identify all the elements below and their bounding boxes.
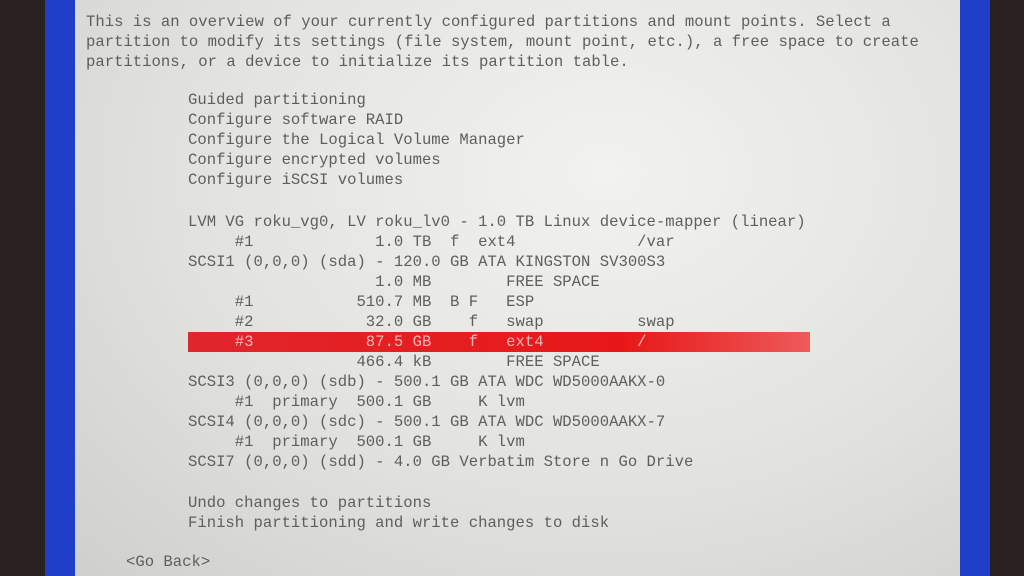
intro-text: This is an overview of your currently co… [86,13,891,31]
device-sdd[interactable]: SCSI7 (0,0,0) (sdd) - 4.0 GB Verbatim St… [188,452,693,472]
menu-guided-partitioning[interactable]: Guided partitioning [188,90,366,110]
partition-row[interactable]: #1 primary 500.1 GB K lvm [188,432,525,452]
partition-row[interactable]: #1 primary 500.1 GB K lvm [188,392,525,412]
device-lvm[interactable]: LVM VG roku_vg0, LV roku_lv0 - 1.0 TB Li… [188,212,806,232]
device-sda[interactable]: SCSI1 (0,0,0) (sda) - 120.0 GB ATA KINGS… [188,252,665,272]
intro-text: partitions, or a device to initialize it… [86,53,629,71]
menu-encrypted-volumes[interactable]: Configure encrypted volumes [188,150,441,170]
go-back-button[interactable]: <Go Back> [126,552,210,572]
free-space-row[interactable]: 466.4 kB FREE SPACE [188,352,599,372]
partition-row-selected[interactable]: #3 87.5 GB f ext4 / [188,332,810,352]
finish-partitioning-item[interactable]: Finish partitioning and write changes to… [188,513,609,533]
menu-software-raid[interactable]: Configure software RAID [188,110,403,130]
menu-lvm[interactable]: Configure the Logical Volume Manager [188,130,525,150]
device-sdb[interactable]: SCSI3 (0,0,0) (sdb) - 500.1 GB ATA WDC W… [188,372,665,392]
partition-row[interactable]: #1 510.7 MB B F ESP [188,292,534,312]
device-sdc[interactable]: SCSI4 (0,0,0) (sdc) - 500.1 GB ATA WDC W… [188,412,665,432]
free-space-row[interactable]: 1.0 MB FREE SPACE [188,272,600,292]
intro-text: partition to modify its settings (file s… [86,33,919,51]
partition-row[interactable]: #1 1.0 TB f ext4 /var [188,232,675,252]
undo-changes-item[interactable]: Undo changes to partitions [188,493,431,513]
partition-row[interactable]: #2 32.0 GB f swap swap [188,312,675,332]
menu-iscsi-volumes[interactable]: Configure iSCSI volumes [188,170,403,190]
